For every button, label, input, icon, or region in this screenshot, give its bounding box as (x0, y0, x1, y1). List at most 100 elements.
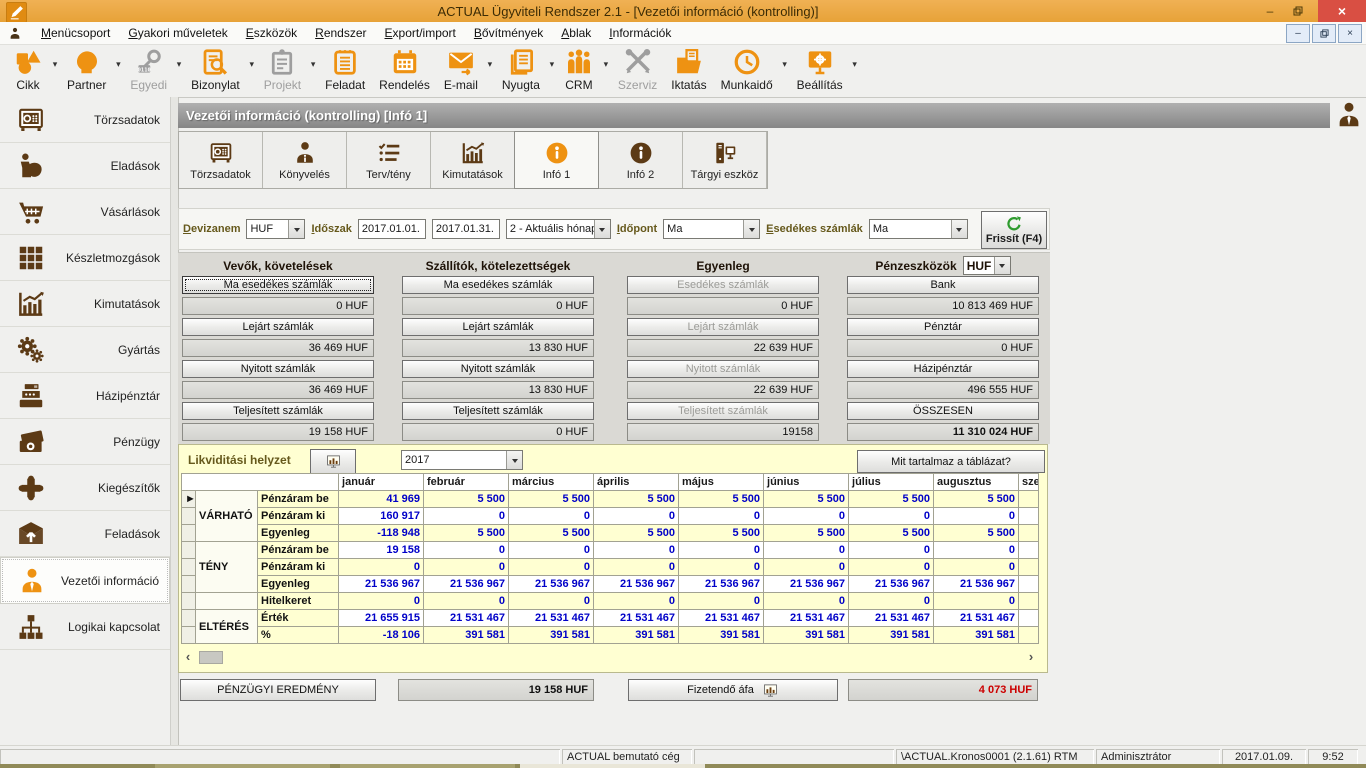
date-to-input[interactable]: 2017.01.31. (432, 219, 500, 239)
liquidity-chart-button[interactable] (310, 449, 356, 474)
penztar-button[interactable]: Pénztár (847, 318, 1039, 336)
toolbar-cikk-button[interactable]: Cikk (6, 45, 50, 92)
penzeszkozok-currency-select[interactable]: HUF (963, 256, 1011, 275)
lejart-szamlak-button[interactable]: Lejárt számlák (402, 318, 594, 336)
row-selector[interactable] (182, 508, 196, 525)
nyitott-szamlak-button[interactable]: Nyitott számlák (182, 360, 374, 378)
sidebar-item-kiegeszitok[interactable]: Kiegészítők (0, 465, 170, 511)
toolbar-szerviz-button[interactable]: Szerviz (611, 45, 664, 92)
dropdown-arrow-icon[interactable]: ▾ (308, 59, 318, 70)
teljesitett-szamlak-button[interactable]: Teljesített számlák (182, 402, 374, 420)
tab-torzsadatok[interactable]: Törzsadatok (179, 132, 263, 188)
tab-info-2[interactable]: Infó 2 (599, 132, 683, 188)
sidebar-item-hazipenztar[interactable]: Házipénztár (0, 373, 170, 419)
table-info-button[interactable]: Mit tartalmaz a táblázat? (857, 450, 1045, 473)
row-selector[interactable] (182, 542, 196, 559)
liquidity-grid[interactable]: januárfebruármárciusáprilismájusjúniusjú… (181, 473, 1039, 644)
tab-info-1[interactable]: Infó 1 (514, 131, 599, 189)
toolbar-nyugta-button[interactable]: Nyugta (495, 45, 547, 92)
row-selector[interactable] (182, 576, 196, 593)
hazipenztar-button[interactable]: Házipénztár (847, 360, 1039, 378)
currency-select[interactable]: HUF (246, 219, 305, 239)
sidebar-item-label: Eladások (46, 159, 170, 173)
row-selector[interactable] (182, 593, 196, 610)
row-selector[interactable] (182, 610, 196, 627)
financial-result-button[interactable]: PÉNZÜGYI EREDMÉNY (180, 679, 376, 701)
period-select[interactable]: 2 - Aktuális hónap (506, 219, 611, 239)
toolbar-crm-button[interactable]: CRM (557, 45, 601, 92)
toolbar-munkaido-button[interactable]: Munkaidő (714, 45, 780, 92)
sidebar-item-gyartas[interactable]: Gyártás (0, 327, 170, 373)
mdi-close-button[interactable]: × (1338, 24, 1362, 43)
sidebar-item-kimutatasok[interactable]: Kimutatások (0, 281, 170, 327)
idopont-select[interactable]: Ma (663, 219, 760, 239)
tab-konyveles[interactable]: Könyvelés (263, 132, 347, 188)
horizontal-scrollbar[interactable]: ‹ › (181, 649, 1038, 665)
mdi-restore-button[interactable] (1312, 24, 1336, 43)
dropdown-arrow-icon[interactable]: ▾ (247, 59, 257, 70)
panel-title: PénzeszközökHUF (847, 257, 1039, 274)
scroll-right-icon[interactable]: › (1024, 650, 1038, 664)
menu-item-export-import[interactable]: Export/import (376, 26, 465, 40)
refresh-button[interactable]: Frissít (F4) (981, 211, 1047, 249)
toolbar-beallitas-button[interactable]: Beállítás (790, 45, 850, 92)
dropdown-arrow-icon[interactable]: ▾ (174, 59, 184, 70)
row-selector[interactable] (182, 525, 196, 542)
toolbar-bizonylat-button[interactable]: Bizonylat (184, 45, 247, 92)
date-from-input[interactable]: 2017.01.01. (358, 219, 426, 239)
menu-item-menucsoport[interactable]: Menücsoport (32, 26, 119, 40)
toolbar-partner-button[interactable]: Partner (60, 45, 113, 92)
tab-terv-teny[interactable]: Terv/tény (347, 132, 431, 188)
restore-button[interactable] (1284, 1, 1312, 21)
ma-esedekes-szamlak-button[interactable]: Ma esedékes számlák (402, 276, 594, 294)
dropdown-arrow-icon[interactable]: ▾ (547, 59, 557, 70)
dropdown-arrow-icon[interactable]: ▾ (50, 59, 60, 70)
cell-value: 0 (509, 542, 594, 559)
toolbar-feladat-button[interactable]: Feladat (318, 45, 372, 92)
menu-item-bovitmenyek[interactable]: Bővítmények (465, 26, 552, 40)
menu-item-gyakori-muveletek[interactable]: Gyakori műveletek (119, 26, 236, 40)
row-selector[interactable] (182, 627, 196, 644)
sidebar-item-eladasok[interactable]: Eladások (0, 143, 170, 189)
year-select[interactable]: 2017 (401, 450, 523, 470)
menu-item-eszkozok[interactable]: Eszközök (237, 26, 306, 40)
toolbar-e-mail-button[interactable]: E-mail (437, 45, 485, 92)
sidebar-item-vezetoi-informacio[interactable]: Vezetői információ (0, 557, 170, 604)
dropdown-arrow-icon[interactable]: ▾ (485, 59, 495, 70)
sidebar-item-keszletmozgasok[interactable]: Készletmozgások (0, 235, 170, 281)
dropdown-arrow-icon[interactable]: ▾ (601, 59, 611, 70)
payable-vat-button[interactable]: Fizetendő áfa (628, 679, 838, 701)
dropdown-arrow-icon[interactable]: ▾ (850, 59, 860, 70)
dropdown-arrow-icon[interactable]: ▾ (780, 59, 790, 70)
menu-item-ablak[interactable]: Ablak (552, 26, 600, 40)
dropdown-arrow-icon[interactable]: ▾ (113, 59, 123, 70)
ma-esedekes-szamlak-button[interactable]: Ma esedékes számlák (182, 276, 374, 294)
sidebar-item-penzugy[interactable]: Pénzügy (0, 419, 170, 465)
row-selector[interactable]: ► (182, 491, 196, 508)
bank-button[interactable]: Bank (847, 276, 1039, 294)
toolbar-egyedi-button[interactable]: 0110Egyedi (123, 45, 174, 92)
sidebar-item-logikai-kapcsolat[interactable]: Logikai kapcsolat (0, 604, 170, 650)
mdi-minimize-button[interactable]: – (1286, 24, 1310, 43)
lejart-szamlak-button[interactable]: Lejárt számlák (182, 318, 374, 336)
pinned-note-icon (267, 47, 297, 77)
sidebar-item-feladasok[interactable]: Feladások (0, 511, 170, 557)
tab-kimutatasok[interactable]: Kimutatások (431, 132, 515, 188)
nyitott-szamlak-button[interactable]: Nyitott számlák (402, 360, 594, 378)
toolbar-projekt-button[interactable]: Projekt (257, 45, 308, 92)
scrollbar-thumb[interactable] (199, 651, 223, 664)
esedekes-select[interactable]: Ma (869, 219, 968, 239)
toolbar-iktatas-button[interactable]: Iktatás (664, 45, 713, 92)
menu-item-rendszer[interactable]: Rendszer (306, 26, 375, 40)
osszesen-button[interactable]: ÖSSZESEN (847, 402, 1039, 420)
minimize-button[interactable]: – (1256, 1, 1284, 21)
close-button[interactable]: × (1318, 0, 1366, 22)
sidebar-item-vasarlasok[interactable]: Vásárlások (0, 189, 170, 235)
tab-targyi-eszkoz[interactable]: Tárgyi eszköz (683, 132, 767, 188)
teljesitett-szamlak-button[interactable]: Teljesített számlák (402, 402, 594, 420)
scroll-left-icon[interactable]: ‹ (181, 650, 195, 664)
menu-item-informaciok[interactable]: Információk (600, 26, 680, 40)
row-selector[interactable] (182, 559, 196, 576)
sidebar-item-torzsadatok[interactable]: Törzsadatok (0, 97, 170, 143)
toolbar-rendeles-button[interactable]: Rendelés (372, 45, 437, 92)
